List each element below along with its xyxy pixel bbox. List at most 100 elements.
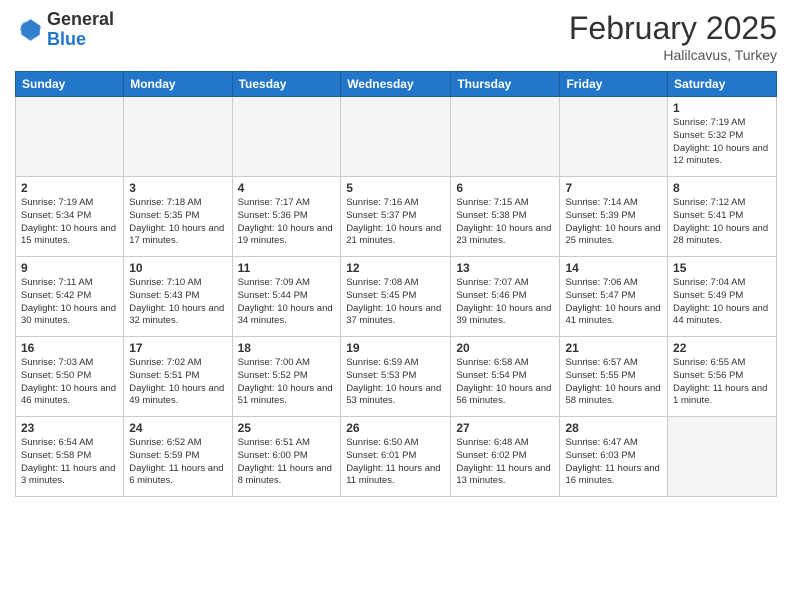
day-info: Sunrise: 7:16 AM Sunset: 5:37 PM Dayligh… bbox=[346, 197, 445, 248]
calendar-cell: 22Sunrise: 6:55 AM Sunset: 5:56 PM Dayli… bbox=[668, 337, 777, 417]
day-number: 15 bbox=[673, 261, 771, 275]
calendar-cell: 11Sunrise: 7:09 AM Sunset: 5:44 PM Dayli… bbox=[232, 257, 341, 337]
calendar-cell: 13Sunrise: 7:07 AM Sunset: 5:46 PM Dayli… bbox=[451, 257, 560, 337]
day-number: 19 bbox=[346, 341, 445, 355]
calendar-cell: 16 Sunrise: 7:03 AM Sunset: 5:50 PM Dayli… bbox=[16, 337, 124, 417]
day-number: 7 bbox=[565, 181, 662, 195]
calendar-cell: 12 Sunrise: 7:08 AM Sunset: 5:45 PM Dayli… bbox=[341, 257, 451, 337]
day-info: Sunrise: 7:04 AM Sunset: 5:49 PM Dayligh… bbox=[673, 277, 771, 328]
day-number: 20 bbox=[456, 341, 554, 355]
weekday-header: Tuesday bbox=[232, 72, 341, 97]
calendar-cell: 9 Sunrise: 7:11 AM Sunset: 5:42 PM Daylig… bbox=[16, 257, 124, 337]
day-number: 1 bbox=[673, 101, 771, 115]
weekday-header: Monday bbox=[124, 72, 232, 97]
weekday-header: Friday bbox=[560, 72, 668, 97]
day-number: 2 bbox=[21, 181, 118, 195]
day-number: 17 bbox=[129, 341, 226, 355]
calendar-week-row: 2 Sunrise: 7:19 AM Sunset: 5:34 PM Daylig… bbox=[16, 177, 777, 257]
calendar-cell: 28 Sunrise: 6:47 AM Sunset: 6:03 PM Dayli… bbox=[560, 417, 668, 497]
day-number: 6 bbox=[456, 181, 554, 195]
day-info: Sunrise: 6:51 AM Sunset: 6:00 PM Dayligh… bbox=[238, 437, 336, 488]
logo-icon bbox=[15, 16, 43, 44]
day-number: 25 bbox=[238, 421, 336, 435]
logo: General Blue bbox=[15, 10, 114, 50]
day-info: Sunrise: 7:14 AM Sunset: 5:39 PM Dayligh… bbox=[565, 197, 662, 248]
day-info: Sunrise: 6:58 AM Sunset: 5:54 PM Dayligh… bbox=[456, 357, 554, 408]
day-info: Sunrise: 7:08 AM Sunset: 5:45 PM Dayligh… bbox=[346, 277, 445, 328]
day-number: 8 bbox=[673, 181, 771, 195]
location: Halilcavus, Turkey bbox=[569, 47, 777, 63]
day-number: 11 bbox=[238, 261, 336, 275]
title-block: February 2025 Halilcavus, Turkey bbox=[569, 10, 777, 63]
calendar-cell bbox=[16, 97, 124, 177]
day-number: 9 bbox=[21, 261, 118, 275]
calendar-cell bbox=[451, 97, 560, 177]
calendar-cell: 8 Sunrise: 7:12 AM Sunset: 5:41 PM Daylig… bbox=[668, 177, 777, 257]
calendar-cell: 23 Sunrise: 6:54 AM Sunset: 5:58 PM Dayli… bbox=[16, 417, 124, 497]
day-number: 5 bbox=[346, 181, 445, 195]
day-info: Sunrise: 6:54 AM Sunset: 5:58 PM Dayligh… bbox=[21, 437, 118, 488]
day-number: 23 bbox=[21, 421, 118, 435]
day-info: Sunrise: 7:17 AM Sunset: 5:36 PM Dayligh… bbox=[238, 197, 336, 248]
month-year: February 2025 bbox=[569, 10, 777, 47]
day-info: Sunrise: 6:52 AM Sunset: 5:59 PM Dayligh… bbox=[129, 437, 226, 488]
calendar-table: SundayMondayTuesdayWednesdayThursdayFrid… bbox=[15, 71, 777, 497]
day-info: Sunrise: 7:10 AM Sunset: 5:43 PM Dayligh… bbox=[129, 277, 226, 328]
calendar-cell: 19 Sunrise: 6:59 AM Sunset: 5:53 PM Dayli… bbox=[341, 337, 451, 417]
calendar-cell bbox=[560, 97, 668, 177]
day-info: Sunrise: 6:47 AM Sunset: 6:03 PM Dayligh… bbox=[565, 437, 662, 488]
calendar-cell: 2 Sunrise: 7:19 AM Sunset: 5:34 PM Daylig… bbox=[16, 177, 124, 257]
header: General Blue February 2025 Halilcavus, T… bbox=[15, 10, 777, 63]
day-info: Sunrise: 7:03 AM Sunset: 5:50 PM Dayligh… bbox=[21, 357, 118, 408]
day-info: Sunrise: 7:00 AM Sunset: 5:52 PM Dayligh… bbox=[238, 357, 336, 408]
page: General Blue February 2025 Halilcavus, T… bbox=[0, 0, 792, 507]
logo-blue-text: Blue bbox=[47, 29, 86, 49]
day-info: Sunrise: 7:11 AM Sunset: 5:42 PM Dayligh… bbox=[21, 277, 118, 328]
calendar-cell: 14 Sunrise: 7:06 AM Sunset: 5:47 PM Dayli… bbox=[560, 257, 668, 337]
calendar-cell: 18Sunrise: 7:00 AM Sunset: 5:52 PM Dayli… bbox=[232, 337, 341, 417]
calendar-cell: 24Sunrise: 6:52 AM Sunset: 5:59 PM Dayli… bbox=[124, 417, 232, 497]
weekday-header: Saturday bbox=[668, 72, 777, 97]
calendar-cell bbox=[668, 417, 777, 497]
calendar-cell: 20 Sunrise: 6:58 AM Sunset: 5:54 PM Dayli… bbox=[451, 337, 560, 417]
day-info: Sunrise: 6:55 AM Sunset: 5:56 PM Dayligh… bbox=[673, 357, 771, 408]
calendar-cell: 6 Sunrise: 7:15 AM Sunset: 5:38 PM Daylig… bbox=[451, 177, 560, 257]
day-info: Sunrise: 7:12 AM Sunset: 5:41 PM Dayligh… bbox=[673, 197, 771, 248]
logo-text: General Blue bbox=[47, 10, 114, 50]
calendar-cell: 15 Sunrise: 7:04 AM Sunset: 5:49 PM Dayli… bbox=[668, 257, 777, 337]
calendar-cell: 3Sunrise: 7:18 AM Sunset: 5:35 PM Daylig… bbox=[124, 177, 232, 257]
day-number: 12 bbox=[346, 261, 445, 275]
calendar-cell: 21Sunrise: 6:57 AM Sunset: 5:55 PM Dayli… bbox=[560, 337, 668, 417]
day-number: 14 bbox=[565, 261, 662, 275]
calendar-cell: 5 Sunrise: 7:16 AM Sunset: 5:37 PM Daylig… bbox=[341, 177, 451, 257]
day-info: Sunrise: 6:50 AM Sunset: 6:01 PM Dayligh… bbox=[346, 437, 445, 488]
day-number: 26 bbox=[346, 421, 445, 435]
calendar-cell: 17 Sunrise: 7:02 AM Sunset: 5:51 PM Dayli… bbox=[124, 337, 232, 417]
calendar-week-row: 1Sunrise: 7:19 AM Sunset: 5:32 PM Daylig… bbox=[16, 97, 777, 177]
calendar-cell: 25 Sunrise: 6:51 AM Sunset: 6:00 PM Dayli… bbox=[232, 417, 341, 497]
calendar-cell: 10 Sunrise: 7:10 AM Sunset: 5:43 PM Dayli… bbox=[124, 257, 232, 337]
weekday-header: Sunday bbox=[16, 72, 124, 97]
calendar-week-row: 9 Sunrise: 7:11 AM Sunset: 5:42 PM Daylig… bbox=[16, 257, 777, 337]
day-info: Sunrise: 7:06 AM Sunset: 5:47 PM Dayligh… bbox=[565, 277, 662, 328]
day-info: Sunrise: 7:07 AM Sunset: 5:46 PM Dayligh… bbox=[456, 277, 554, 328]
calendar-cell: 4 Sunrise: 7:17 AM Sunset: 5:36 PM Daylig… bbox=[232, 177, 341, 257]
day-number: 28 bbox=[565, 421, 662, 435]
logo-general-text: General bbox=[47, 9, 114, 29]
calendar-cell bbox=[124, 97, 232, 177]
calendar-cell: 27Sunrise: 6:48 AM Sunset: 6:02 PM Dayli… bbox=[451, 417, 560, 497]
day-number: 3 bbox=[129, 181, 226, 195]
day-info: Sunrise: 6:57 AM Sunset: 5:55 PM Dayligh… bbox=[565, 357, 662, 408]
day-info: Sunrise: 7:15 AM Sunset: 5:38 PM Dayligh… bbox=[456, 197, 554, 248]
day-number: 16 bbox=[21, 341, 118, 355]
day-info: Sunrise: 7:19 AM Sunset: 5:34 PM Dayligh… bbox=[21, 197, 118, 248]
calendar-header-row: SundayMondayTuesdayWednesdayThursdayFrid… bbox=[16, 72, 777, 97]
day-number: 4 bbox=[238, 181, 336, 195]
calendar-cell: 7 Sunrise: 7:14 AM Sunset: 5:39 PM Daylig… bbox=[560, 177, 668, 257]
day-info: Sunrise: 7:02 AM Sunset: 5:51 PM Dayligh… bbox=[129, 357, 226, 408]
calendar-cell: 1Sunrise: 7:19 AM Sunset: 5:32 PM Daylig… bbox=[668, 97, 777, 177]
day-number: 10 bbox=[129, 261, 226, 275]
calendar-cell bbox=[232, 97, 341, 177]
day-info: Sunrise: 6:48 AM Sunset: 6:02 PM Dayligh… bbox=[456, 437, 554, 488]
day-info: Sunrise: 6:59 AM Sunset: 5:53 PM Dayligh… bbox=[346, 357, 445, 408]
